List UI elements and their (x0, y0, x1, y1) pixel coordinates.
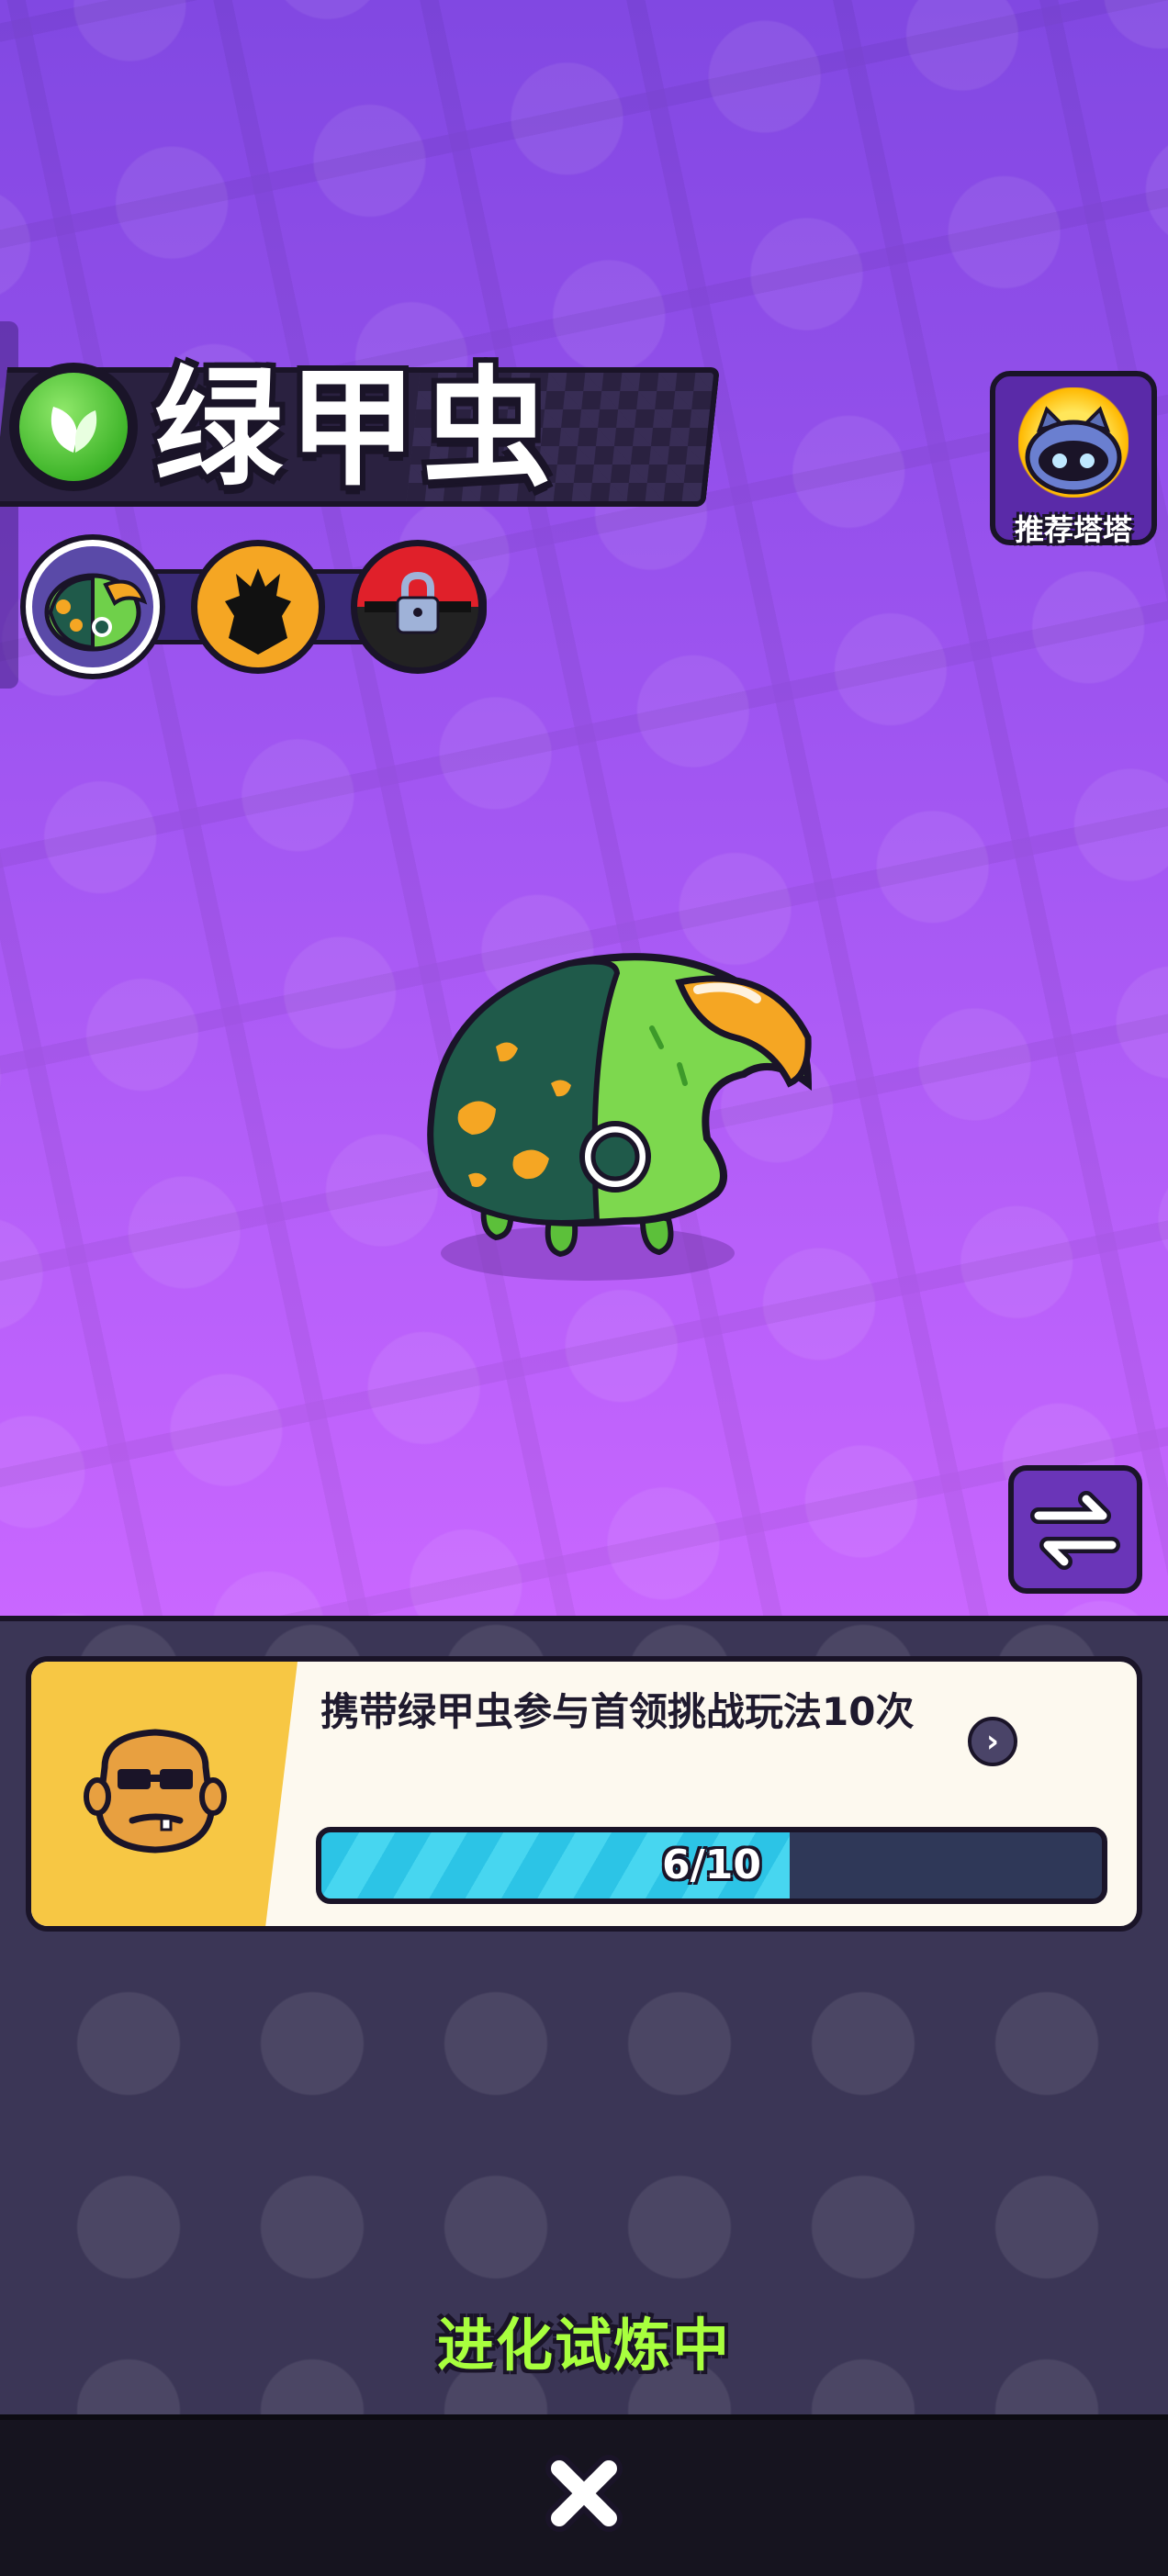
lock-icon (357, 546, 478, 667)
progress-text: 6/10 (662, 1842, 761, 1888)
quest-detail-button[interactable]: › (968, 1717, 1017, 1766)
pet-showcase-area (0, 0, 1168, 1616)
close-button[interactable] (538, 2447, 630, 2539)
cat-robot-icon (1025, 406, 1122, 495)
beetle-silhouette-icon (225, 568, 291, 655)
boss-face-icon (84, 1729, 227, 1854)
pet-name-title: 绿甲虫 (154, 354, 557, 504)
quest-description: 携带绿甲虫参与首领挑战玩法10次 (320, 1689, 915, 1734)
swap-arrows-icon (1030, 1491, 1120, 1570)
evolution-stage-2[interactable] (191, 540, 325, 674)
green-beetle-icon (44, 573, 148, 652)
background-grid (0, 0, 1168, 1616)
quest-progress-bar: 6/10 (316, 1827, 1107, 1904)
green-beetle-pet (427, 953, 813, 1281)
recommend-label: 推荐塔塔 (1014, 512, 1132, 547)
close-icon (545, 2455, 623, 2532)
evolution-stage-3[interactable] (351, 540, 485, 674)
quest-card[interactable]: 携带绿甲虫参与首领挑战玩法10次 › 6/10 (26, 1656, 1142, 1932)
swap-pet-button[interactable] (1008, 1465, 1142, 1594)
leaf-icon (51, 407, 97, 453)
chevron-right-icon: › (985, 1723, 999, 1760)
evolution-status: 进化试炼中 (436, 2312, 731, 2379)
element-badge (9, 363, 138, 491)
quest-icon-area (31, 1662, 298, 1926)
evolution-stage-1[interactable] (26, 540, 160, 674)
